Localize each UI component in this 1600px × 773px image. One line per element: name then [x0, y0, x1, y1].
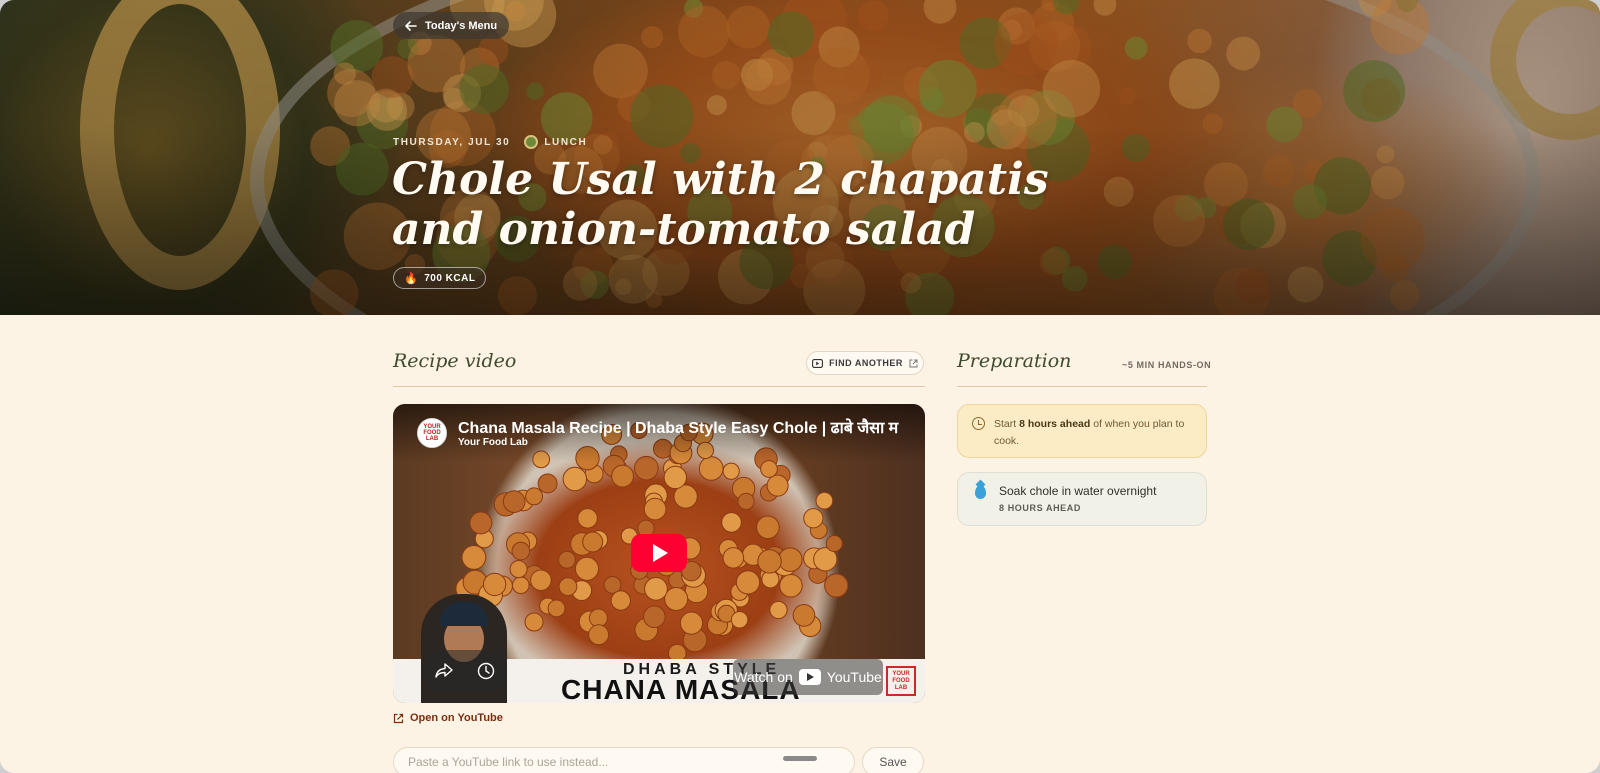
prep-step: Soak chole in water overnight 8 HOURS AH…	[957, 472, 1207, 526]
chickpea	[803, 508, 824, 529]
flame-icon: 🔥	[404, 272, 419, 285]
back-to-menu-button[interactable]: Today's Menu	[393, 12, 510, 39]
watch-on-label: Watch on	[734, 669, 793, 685]
prep-ahead-text: Start 8 hours ahead of when you plan to …	[994, 416, 1194, 450]
prep-ahead-duration: 8 hours ahead	[1019, 418, 1091, 430]
calorie-label: 700 KCAL	[424, 272, 476, 284]
meal-date: THURSDAY, JUL 30	[393, 136, 511, 148]
watch-later-icon[interactable]	[477, 662, 495, 680]
chickpea	[611, 464, 635, 488]
video-quick-actions	[423, 650, 507, 692]
meal-type-label: LUNCH	[544, 136, 588, 148]
chickpea	[644, 577, 668, 601]
youtube-wordmark: YouTube	[826, 669, 882, 685]
chickpea	[509, 560, 528, 579]
chickpea	[756, 515, 780, 540]
meal-type: LUNCH	[524, 135, 587, 149]
chickpea	[730, 610, 749, 629]
chickpea	[582, 531, 604, 553]
chickpea	[778, 547, 803, 572]
video-icon	[812, 358, 824, 368]
meal-meta: THURSDAY, JUL 30 LUNCH	[393, 135, 587, 149]
chickpea	[737, 492, 755, 511]
back-label: Today's Menu	[425, 19, 498, 32]
youtube-logo-icon	[798, 669, 821, 685]
external-link-icon	[393, 713, 404, 724]
chickpea	[766, 474, 789, 497]
external-link-icon	[909, 359, 918, 368]
chickpea	[663, 465, 688, 490]
chickpea	[588, 624, 610, 646]
chickpea	[537, 473, 558, 494]
play-icon	[653, 544, 668, 562]
recipe-video-heading: Recipe video	[393, 350, 517, 372]
chickpea	[524, 612, 544, 632]
chickpea	[679, 611, 704, 635]
resize-handle[interactable]	[783, 756, 817, 761]
chickpea	[502, 490, 526, 513]
chickpea	[530, 569, 552, 592]
chickpea	[722, 547, 745, 569]
calorie-badge: 🔥 700 KCAL	[393, 267, 487, 289]
chickpea	[574, 556, 600, 581]
play-button[interactable]	[631, 534, 687, 572]
share-icon[interactable]	[435, 663, 453, 679]
chickpea	[757, 549, 782, 574]
chickpea	[482, 572, 507, 597]
chickpea	[643, 605, 666, 629]
chickpea	[721, 512, 742, 533]
preparation-heading: Preparation	[957, 350, 1072, 372]
open-on-youtube-link[interactable]: Open on YouTube	[393, 712, 503, 724]
chickpea	[779, 574, 803, 598]
chickpea	[722, 462, 740, 480]
chickpea	[769, 600, 788, 620]
channel-watermark: YOUR FOOD LAB	[886, 666, 916, 696]
chickpea	[558, 577, 578, 597]
prep-step-timing: 8 HOURS AHEAD	[999, 503, 1081, 513]
youtube-embed[interactable]: YOUR FOOD LAB Chana Masala Recipe | Dhab…	[393, 404, 925, 703]
page-title: Chole Usal with 2 chapatis and onion-tom…	[392, 154, 1049, 255]
chickpea	[643, 497, 667, 521]
chickpea	[558, 550, 576, 569]
prep-ahead-notice: Start 8 hours ahead of when you plan to …	[957, 404, 1207, 458]
section-divider	[957, 386, 1207, 387]
chickpea	[547, 599, 566, 618]
chickpea	[825, 535, 843, 553]
find-another-button[interactable]: FIND ANOTHER	[806, 351, 924, 375]
chickpea	[792, 604, 816, 627]
clock-icon	[972, 417, 985, 430]
arrow-left-icon	[405, 20, 417, 31]
chickpea	[469, 511, 493, 535]
chickpea	[610, 590, 631, 611]
hands-on-time: ~5 MIN HANDS-ON	[1122, 360, 1212, 370]
save-button[interactable]: Save	[862, 747, 924, 773]
find-another-label: FIND ANOTHER	[829, 358, 903, 368]
chickpea	[735, 570, 761, 595]
video-title[interactable]: Chana Masala Recipe | Dhaba Style Easy C…	[458, 416, 908, 438]
chickpea	[824, 573, 849, 598]
video-channel[interactable]: Your Food Lab	[458, 437, 528, 448]
chickpea	[760, 460, 778, 478]
app-frame: Today's Menu THURSDAY, JUL 30 LUNCH Chol…	[0, 0, 1600, 773]
water-drop-icon	[975, 485, 986, 499]
chickpea	[511, 576, 530, 595]
chickpea	[815, 491, 834, 510]
prep-step-label: Soak chole in water overnight	[999, 484, 1157, 498]
prep-ahead-prefix: Start	[994, 418, 1020, 430]
channel-avatar[interactable]: YOUR FOOD LAB	[417, 418, 447, 448]
chickpea	[511, 541, 531, 561]
chickpea	[664, 586, 689, 612]
open-on-youtube-label: Open on YouTube	[410, 712, 503, 724]
hero-image: Today's Menu THURSDAY, JUL 30 LUNCH Chol…	[0, 0, 1600, 315]
chickpea	[461, 545, 487, 570]
watch-on-youtube-button[interactable]: Watch on YouTube	[733, 659, 883, 695]
chickpea	[525, 487, 544, 506]
section-divider	[393, 386, 925, 387]
chickpea	[562, 466, 588, 492]
chickpea	[577, 508, 598, 529]
presenter-cap	[440, 602, 488, 626]
leaf-icon	[524, 135, 539, 149]
